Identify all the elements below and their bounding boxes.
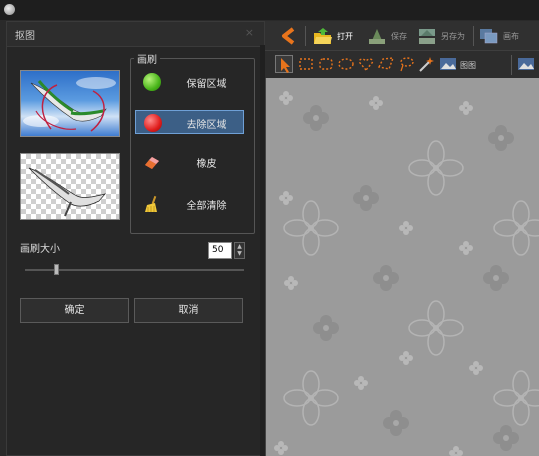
brush-size-slider-thumb[interactable] (53, 264, 59, 275)
green-ball-icon (143, 73, 161, 91)
back-arrow-icon (282, 27, 295, 45)
save-as-button[interactable]: 另存为 (417, 25, 469, 47)
brush-size-label: 画刷大小 (20, 244, 60, 255)
image-icon (440, 58, 456, 70)
main-toolbar: 打开 保存 另存为 画布 (265, 21, 539, 51)
picture-icon (518, 58, 534, 70)
rounded-rect-select-icon (319, 58, 333, 70)
magic-wand-tool[interactable] (417, 55, 435, 73)
heart-select-icon (358, 58, 374, 72)
open-button[interactable]: 打开 (313, 25, 361, 47)
open-label: 打开 (337, 32, 353, 41)
spin-up-icon[interactable]: ▲ (235, 243, 244, 250)
dialog-titlebar: 抠图 × (7, 22, 264, 47)
extra-image-tool[interactable] (517, 55, 535, 73)
save-button[interactable]: 保存 (367, 25, 413, 47)
remove-area-tool[interactable]: 去除区域 (135, 110, 244, 134)
app-titlebar (0, 0, 539, 20)
canvas-button[interactable]: 画布 (479, 25, 539, 47)
broom-icon (145, 195, 157, 212)
seagull-with-strokes-image (23, 77, 116, 132)
rounded-rect-select-tool[interactable] (317, 55, 335, 73)
save-as-label: 另存为 (441, 32, 465, 41)
app-logo-icon (4, 4, 15, 15)
brush-group-label: 画刷 (134, 51, 160, 66)
close-icon[interactable]: × (245, 26, 254, 39)
image-tool-label: 图图 (460, 61, 476, 70)
image-cutout-tool[interactable]: 图图 (439, 55, 479, 73)
save-as-icon (419, 29, 435, 44)
magic-wand-icon (419, 57, 434, 72)
remove-area-label: 去除区域 (186, 120, 227, 131)
lasso-icon (400, 57, 414, 72)
original-image-thumbnail (20, 70, 120, 137)
spin-down-icon[interactable]: ▼ (235, 250, 244, 257)
rect-select-tool[interactable] (297, 55, 315, 73)
brush-size-input[interactable]: 50 (208, 242, 232, 259)
clear-all-tool[interactable]: 全部清除 (135, 192, 244, 216)
ok-button[interactable]: 确定 (20, 298, 129, 323)
editing-canvas[interactable] (265, 78, 539, 456)
pointer-icon (281, 58, 290, 73)
ellipse-select-tool[interactable] (337, 55, 355, 73)
keep-area-label: 保留区域 (186, 79, 227, 90)
back-button[interactable] (279, 25, 299, 47)
save-label: 保存 (391, 32, 407, 41)
pointer-tool[interactable] (275, 55, 293, 73)
eraser-tool[interactable]: 橡皮 (135, 150, 244, 174)
canvas-label: 画布 (503, 32, 519, 41)
cutout-dialog: 抠图 × 画刷 保留区域 去除区域 橡皮 全部清除 画刷大小 50 ▲ ▼ 确定… (6, 21, 265, 456)
heart-select-tool[interactable] (357, 55, 375, 73)
cancel-button[interactable]: 取消 (134, 298, 243, 323)
dialog-title: 抠图 (15, 31, 35, 42)
selection-toolbar: 图图 (265, 51, 539, 79)
toolbar-separator (305, 26, 306, 46)
toolbar-separator (511, 55, 512, 75)
result-image-thumbnail (20, 153, 120, 220)
polygon-select-tool[interactable] (377, 55, 395, 73)
polygon-select-icon (377, 57, 395, 70)
keep-area-tool[interactable]: 保留区域 (135, 70, 244, 94)
canvas-icon (480, 29, 498, 44)
eraser-icon (145, 157, 159, 169)
rect-select-icon (299, 58, 313, 70)
ellipse-select-icon (338, 58, 354, 70)
red-ball-icon (144, 114, 162, 132)
seagull-cutout-image (28, 167, 106, 217)
floral-background-pattern (274, 91, 539, 456)
brush-size-spinner[interactable]: ▲ ▼ (234, 242, 245, 259)
lasso-select-tool[interactable] (397, 55, 415, 73)
clear-all-label: 全部清除 (186, 201, 227, 212)
eraser-label: 橡皮 (196, 159, 217, 170)
save-icon (369, 29, 385, 44)
toolbar-separator (473, 26, 474, 46)
open-folder-icon (314, 28, 332, 44)
